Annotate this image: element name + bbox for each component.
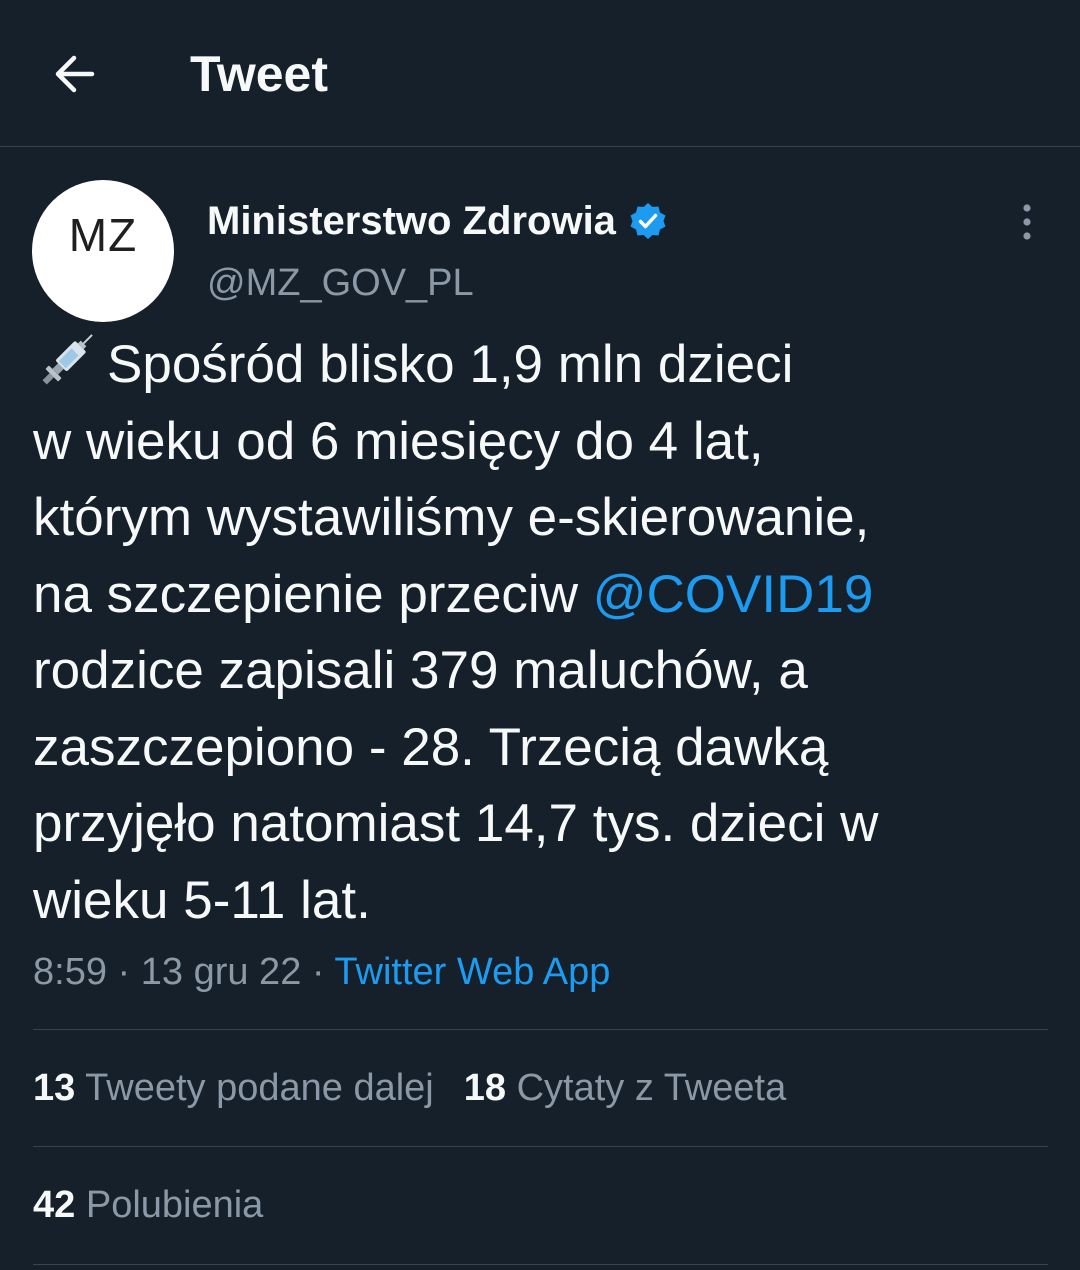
divider [33, 1264, 1048, 1265]
tweet-line: na szczepienie przeciw @COVID19 [33, 564, 874, 624]
tweet-time[interactable]: 8:59 [33, 951, 107, 993]
avatar-logo-text: MZ [68, 209, 138, 261]
stats-row-likes: 42 Polubienia [33, 1180, 293, 1230]
divider [33, 1029, 1048, 1030]
more-vertical-icon [1023, 204, 1031, 240]
back-button[interactable] [46, 46, 102, 102]
tweet-line: Spośród blisko 1,9 mln dzieci [33, 326, 1043, 404]
author-display-name: Ministerstwo Zdrowia [207, 199, 616, 243]
meta-separator: · [301, 951, 335, 993]
author-handle[interactable]: @MZ_GOV_PL [207, 258, 474, 308]
divider [33, 1146, 1048, 1147]
verified-badge-icon [628, 201, 668, 241]
retweets-stat[interactable]: 13 Tweety podane dalej [33, 1063, 434, 1113]
author-name[interactable]: Ministerstwo Zdrowia [207, 196, 668, 246]
tweet-line: rodzice zapisali 379 maluchów, a [33, 641, 808, 700]
tweet-line: zaszczepiono - 28. Trzecią dawką [33, 717, 829, 777]
stats-row-retweets: 13 Tweety podane dalej 18 Cytaty z Tweeta [33, 1063, 816, 1113]
meta-separator: · [106, 951, 141, 993]
likes-stat[interactable]: 42 Polubienia [33, 1180, 263, 1230]
tweet-line: którym wystawiliśmy e-skierowanie, [33, 488, 870, 547]
tweet-date[interactable]: 13 gru 22 [141, 951, 302, 993]
page-title: Tweet [190, 46, 328, 102]
tweet-metadata: 8:59 · 13 gru 22 · Twitter Web App [33, 946, 610, 998]
tweet-source-link[interactable]: Twitter Web App [334, 951, 610, 993]
quotes-stat[interactable]: 18 Cytaty z Tweeta [464, 1063, 786, 1113]
avatar[interactable]: MZ [32, 180, 174, 322]
tweet-line: wieku 5-11 lat. [33, 870, 371, 930]
tweet-line: w wieku od 6 miesięcy do 4 lat, [33, 411, 764, 471]
tweet-line: przyjęło natomiast 14,7 tys. dzieci w [33, 794, 879, 853]
arrow-left-icon [55, 55, 95, 93]
syringe-icon [33, 326, 103, 392]
tweet-text: Spośród blisko 1,9 mln dzieci w wieku od… [33, 326, 1043, 939]
mention-link[interactable]: @COVID19 [593, 565, 874, 624]
more-options-button[interactable] [1006, 198, 1048, 246]
top-bar: Tweet [0, 0, 1080, 147]
